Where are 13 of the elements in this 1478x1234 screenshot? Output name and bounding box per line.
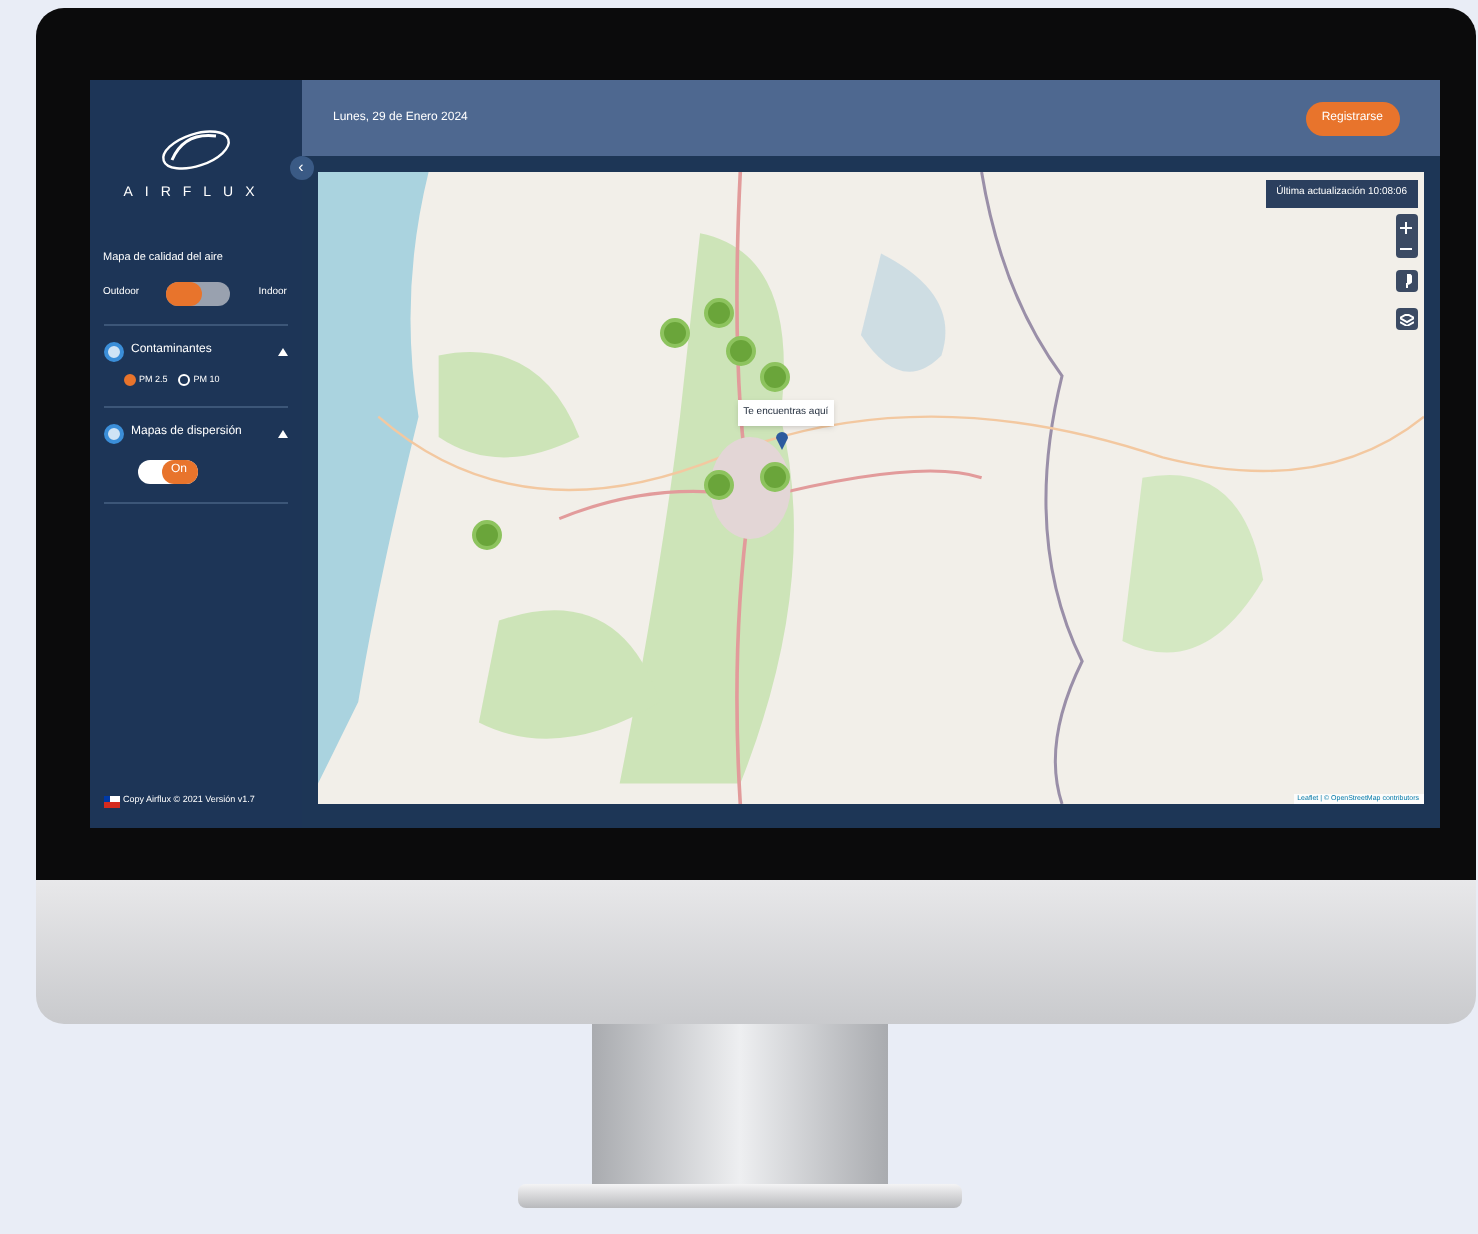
zoom-control[interactable] [1395, 214, 1417, 258]
location-pin-icon [775, 431, 788, 450]
chevron-icon [277, 429, 287, 437]
zoom-in-icon[interactable] [1400, 221, 1412, 234]
layers-button[interactable] [1395, 308, 1417, 330]
section-icon [103, 423, 123, 443]
locate-button[interactable] [1395, 270, 1417, 292]
collapse-button[interactable]: ‹ [289, 156, 313, 180]
section-icon [103, 341, 123, 362]
chevron-icon [277, 347, 287, 356]
flag-icon [103, 795, 119, 808]
toggle-switch[interactable] [166, 281, 231, 306]
layers-icon [1399, 313, 1413, 325]
